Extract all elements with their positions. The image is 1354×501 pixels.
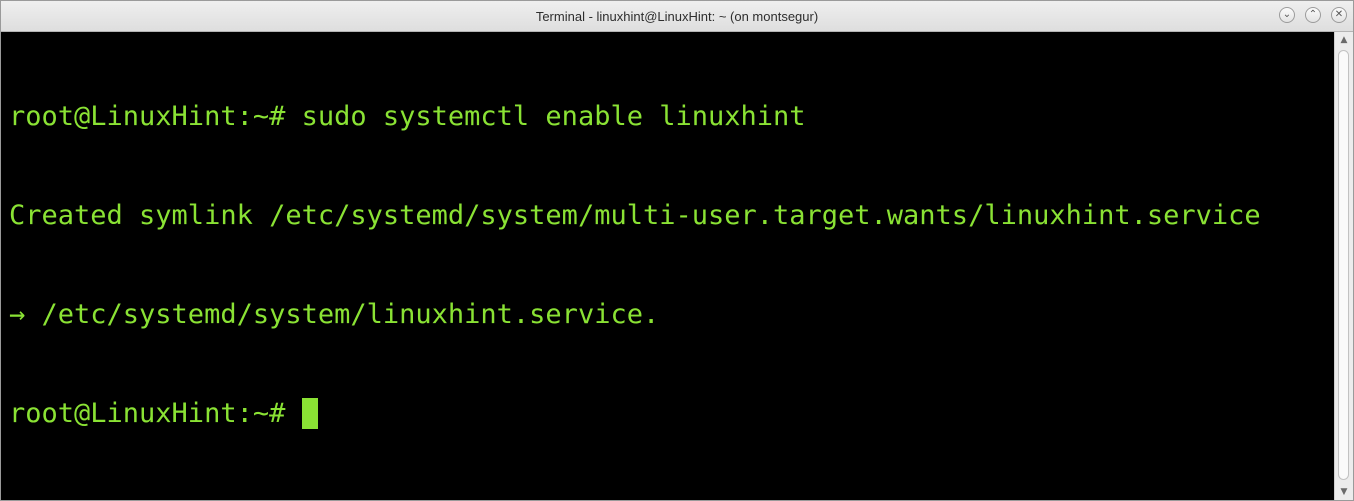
terminal-line-output: Created symlink /etc/systemd/system/mult… (9, 200, 1261, 231)
scroll-down-arrow-icon[interactable]: ▼ (1335, 484, 1353, 500)
close-icon: ✕ (1334, 9, 1344, 20)
terminal-line-command: root@LinuxHint:~# sudo systemctl enable … (9, 101, 806, 132)
terminal-line-prompt: root@LinuxHint:~# (9, 397, 1334, 430)
terminal-window: Terminal - linuxhint@LinuxHint: ~ (on mo… (0, 0, 1354, 501)
terminal-line-output-continued: → /etc/systemd/system/linuxhint.service. (9, 299, 660, 330)
minimize-button[interactable]: ⌄ (1279, 7, 1295, 23)
window-title: Terminal - linuxhint@LinuxHint: ~ (on mo… (535, 9, 819, 24)
chevron-down-icon: ⌄ (1282, 9, 1292, 20)
text-cursor (301, 398, 318, 429)
prompt-text: root@LinuxHint:~# (9, 398, 302, 429)
vertical-scrollbar[interactable]: ▲ ▼ (1334, 32, 1353, 500)
terminal-output[interactable]: root@LinuxHint:~# sudo systemctl enable … (1, 32, 1334, 500)
close-button[interactable]: ✕ (1331, 7, 1347, 23)
scrollbar-thumb[interactable] (1338, 50, 1349, 480)
window-controls: ⌄ ⌃ ✕ (1279, 7, 1347, 25)
title-bar[interactable]: Terminal - linuxhint@LinuxHint: ~ (on mo… (1, 1, 1353, 32)
scroll-up-arrow-icon[interactable]: ▲ (1335, 32, 1353, 48)
chevron-up-icon: ⌃ (1308, 9, 1318, 20)
maximize-button[interactable]: ⌃ (1305, 7, 1321, 23)
